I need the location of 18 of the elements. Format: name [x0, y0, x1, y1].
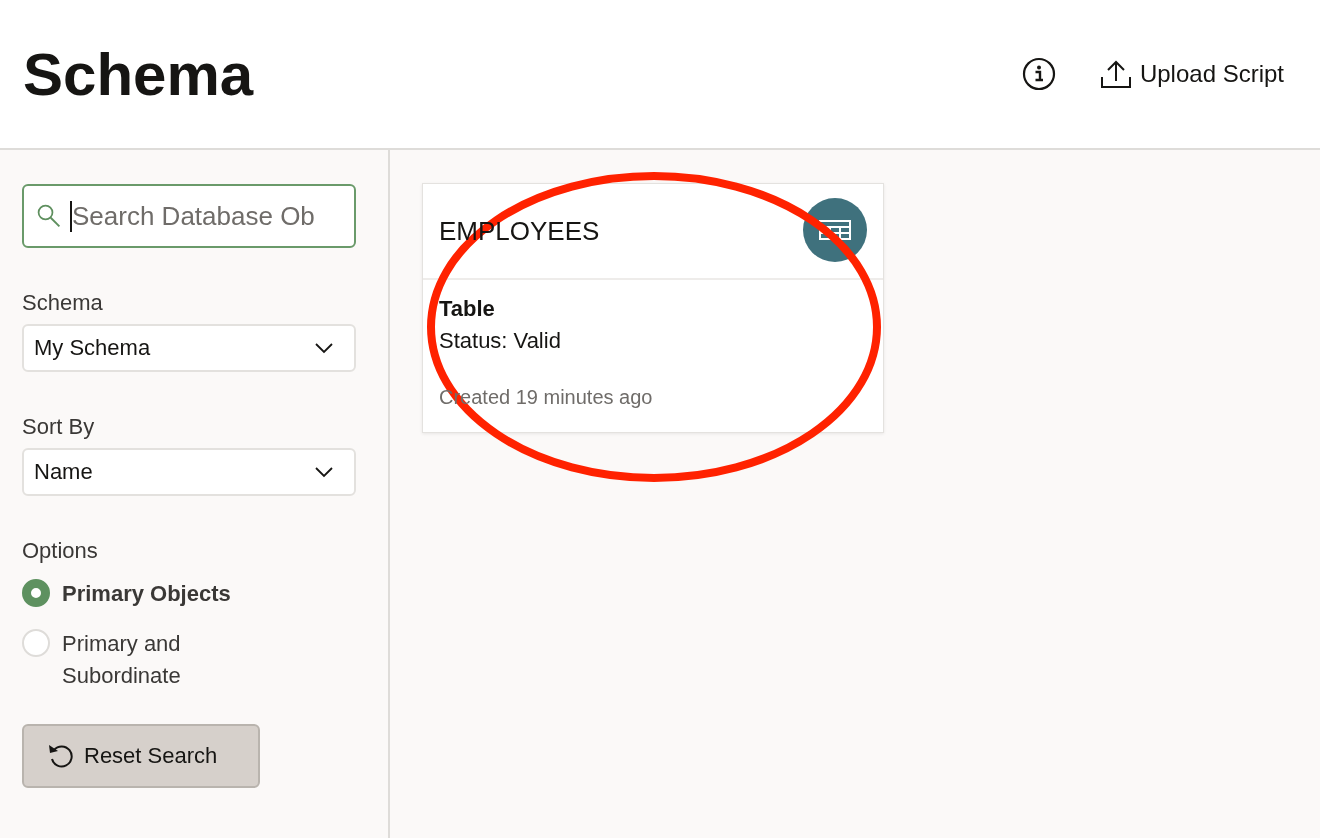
- reset-search-button[interactable]: Reset Search: [22, 724, 260, 788]
- field-label: Options: [22, 538, 99, 564]
- field-label: Schema: [22, 290, 104, 316]
- sort-select[interactable]: Name: [22, 448, 356, 496]
- object-type: Table: [439, 296, 496, 322]
- page-title: Schema: [23, 39, 254, 109]
- radio-label[interactable]: Primary Objects: [62, 578, 231, 610]
- radio-label[interactable]: Primary and Subordinate: [62, 628, 242, 692]
- upload-script-button[interactable]: Upload Script: [1099, 59, 1284, 89]
- chevron-down-icon: [314, 342, 334, 354]
- chevron-down-icon: [314, 466, 334, 478]
- info-icon[interactable]: [1021, 57, 1056, 91]
- upload-icon: [1099, 59, 1132, 89]
- field-label: Sort By: [22, 414, 96, 440]
- search-field[interactable]: Search Database Ob: [22, 184, 356, 248]
- object-status: Status: Valid: [439, 328, 562, 354]
- schema-select[interactable]: My Schema: [22, 324, 356, 372]
- radio-button[interactable]: [22, 579, 50, 607]
